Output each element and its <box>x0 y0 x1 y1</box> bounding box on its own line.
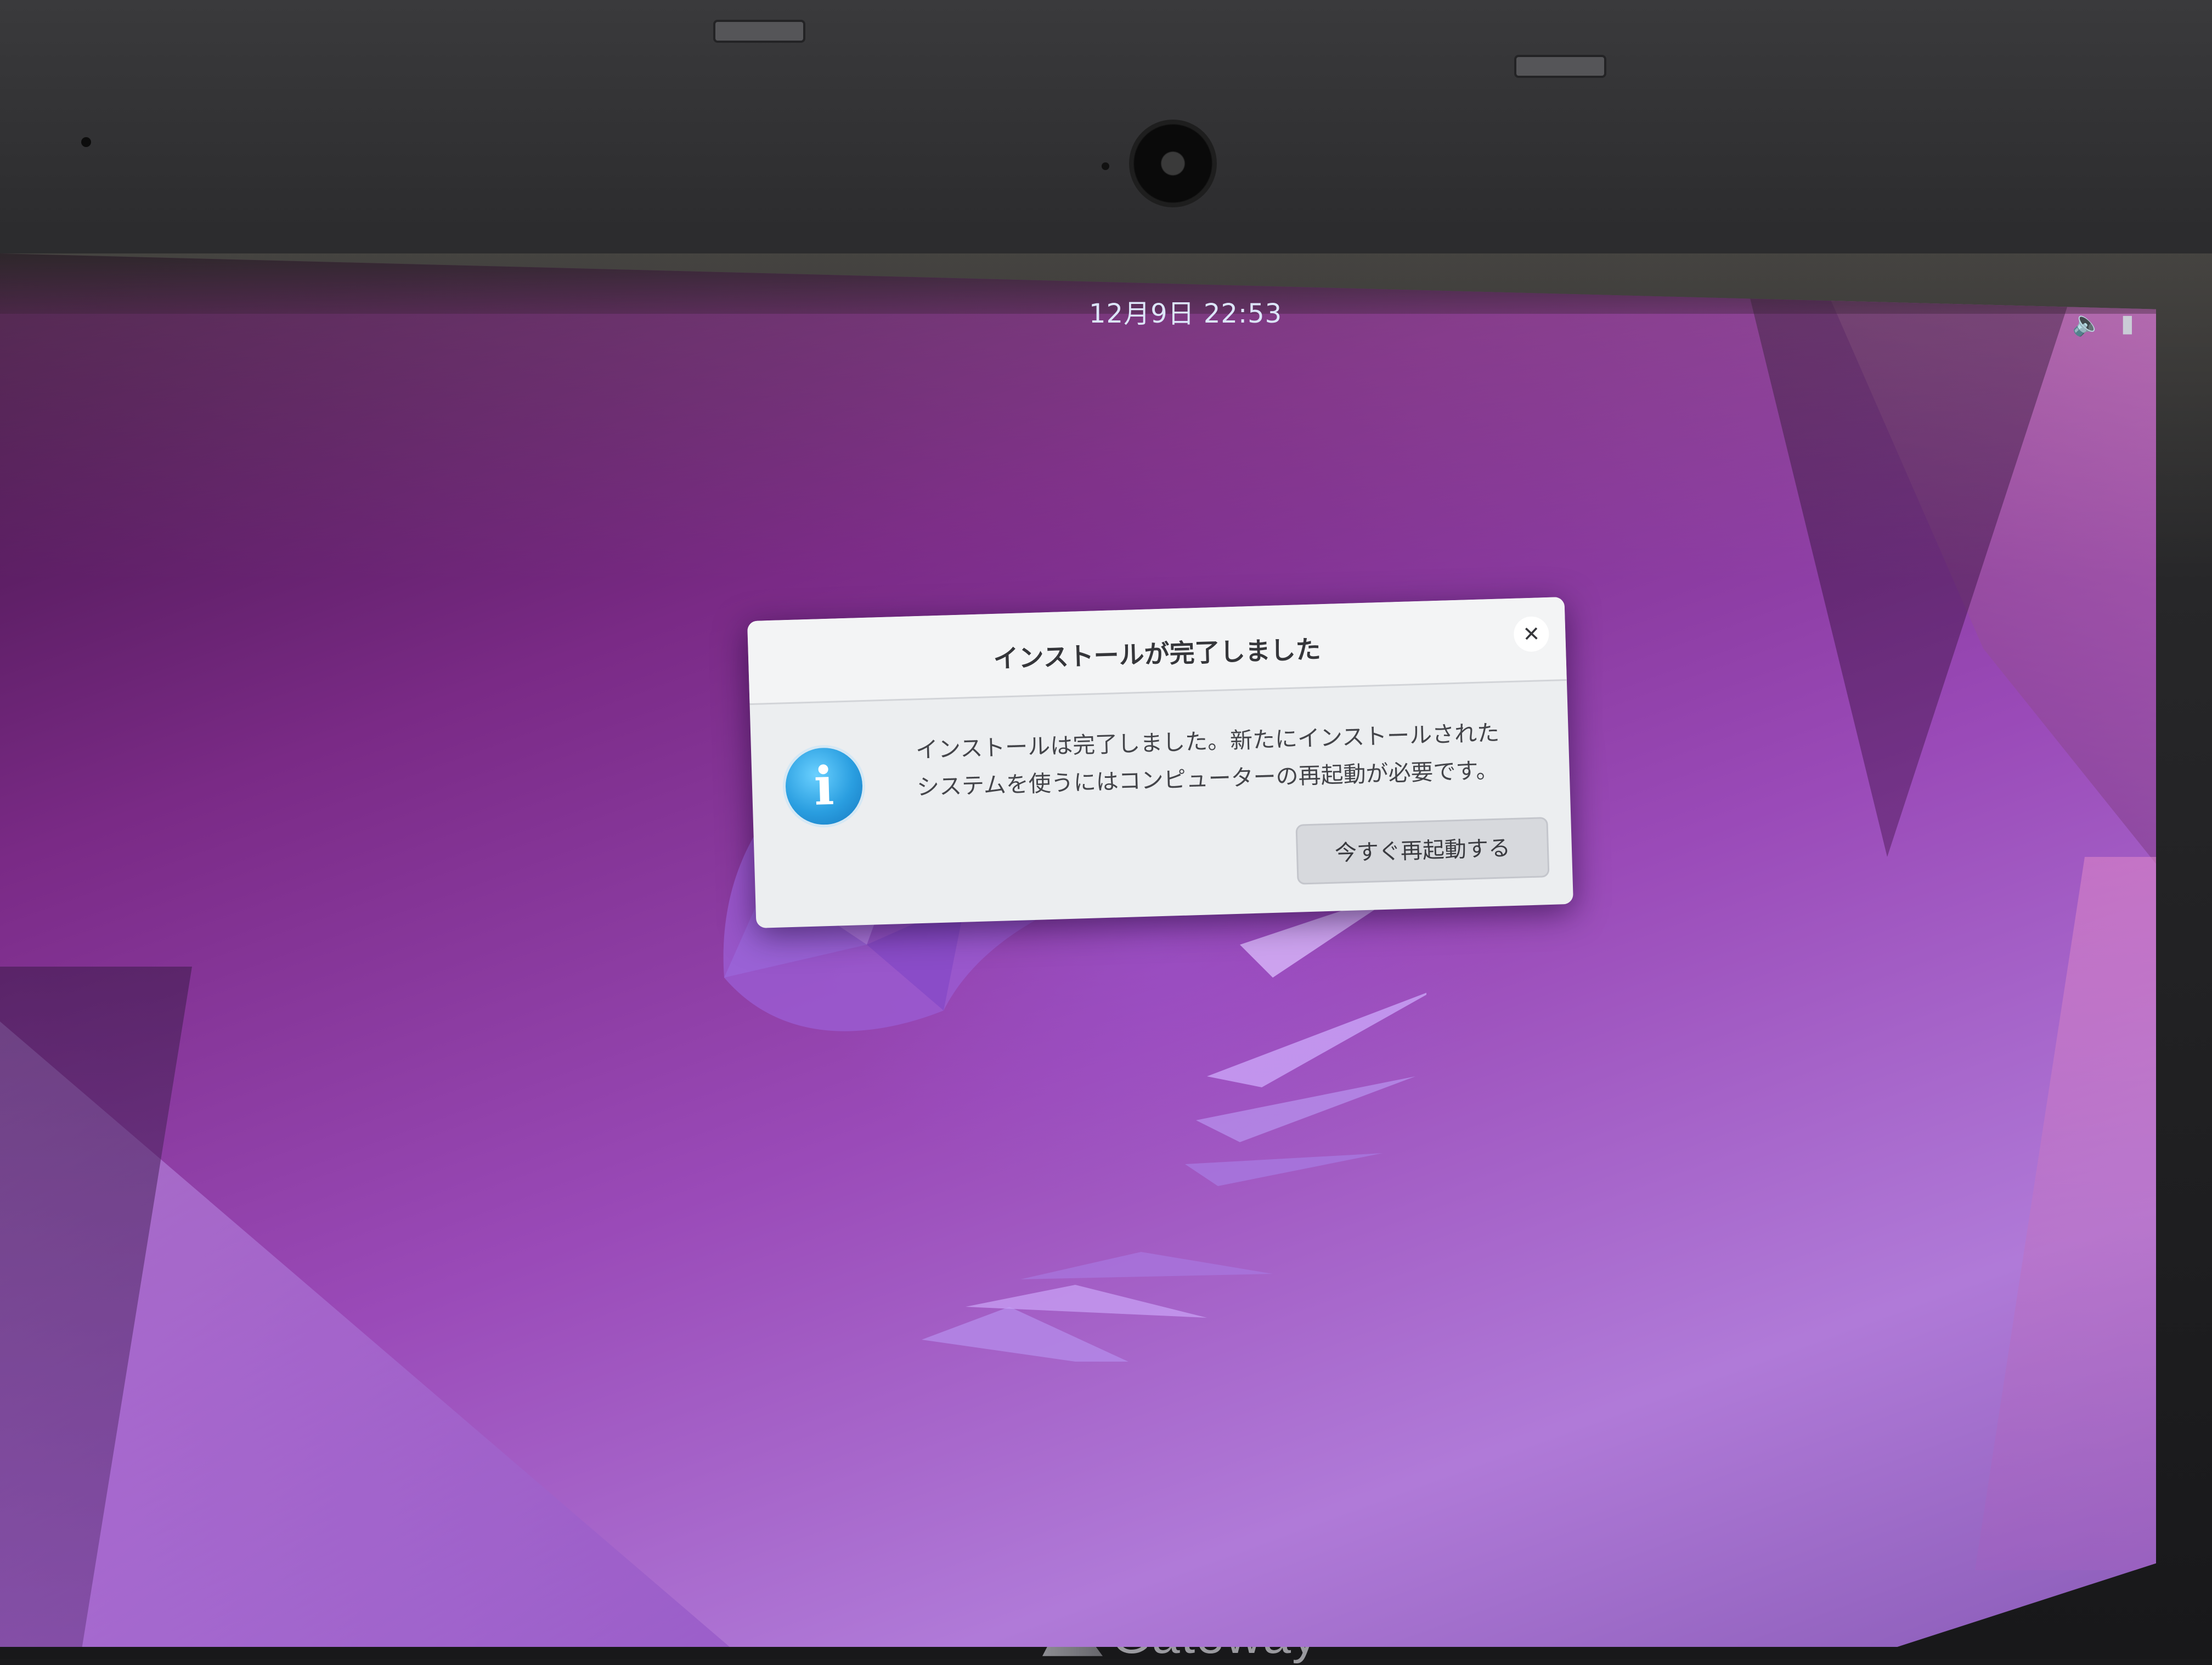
battery-icon[interactable]: ▮ <box>2121 312 2134 336</box>
desktop-screen: 12月9日 22:53 🔈 ▮ <box>0 253 2156 1647</box>
info-glyph: i <box>813 754 835 817</box>
volume-icon[interactable]: 🔈 <box>2072 312 2102 336</box>
system-tray[interactable]: 🔈 ▮ <box>2072 312 2134 336</box>
install-complete-dialog: インストールが完了しました ✕ i インストールは完了しました。新たにインストー… <box>747 597 1573 928</box>
wallpaper-facet <box>1975 857 2156 1570</box>
close-icon: ✕ <box>1522 622 1541 647</box>
dialog-message: インストールは完了しました。新たにインストールされた システムを使うにはコンピュ… <box>915 713 1548 806</box>
clock[interactable]: 12月9日 22:53 <box>1089 292 1282 330</box>
microphone-dot <box>81 137 91 147</box>
info-icon: i <box>781 744 867 829</box>
bezel-latch-right <box>1514 55 1606 78</box>
bezel-latch-left <box>713 20 805 43</box>
dialog-title: インストールが完了しました <box>992 634 1322 674</box>
webcam <box>1129 120 1217 207</box>
restart-now-button[interactable]: 今すぐ再起動する <box>1295 817 1550 885</box>
webcam-led <box>1102 162 1109 170</box>
